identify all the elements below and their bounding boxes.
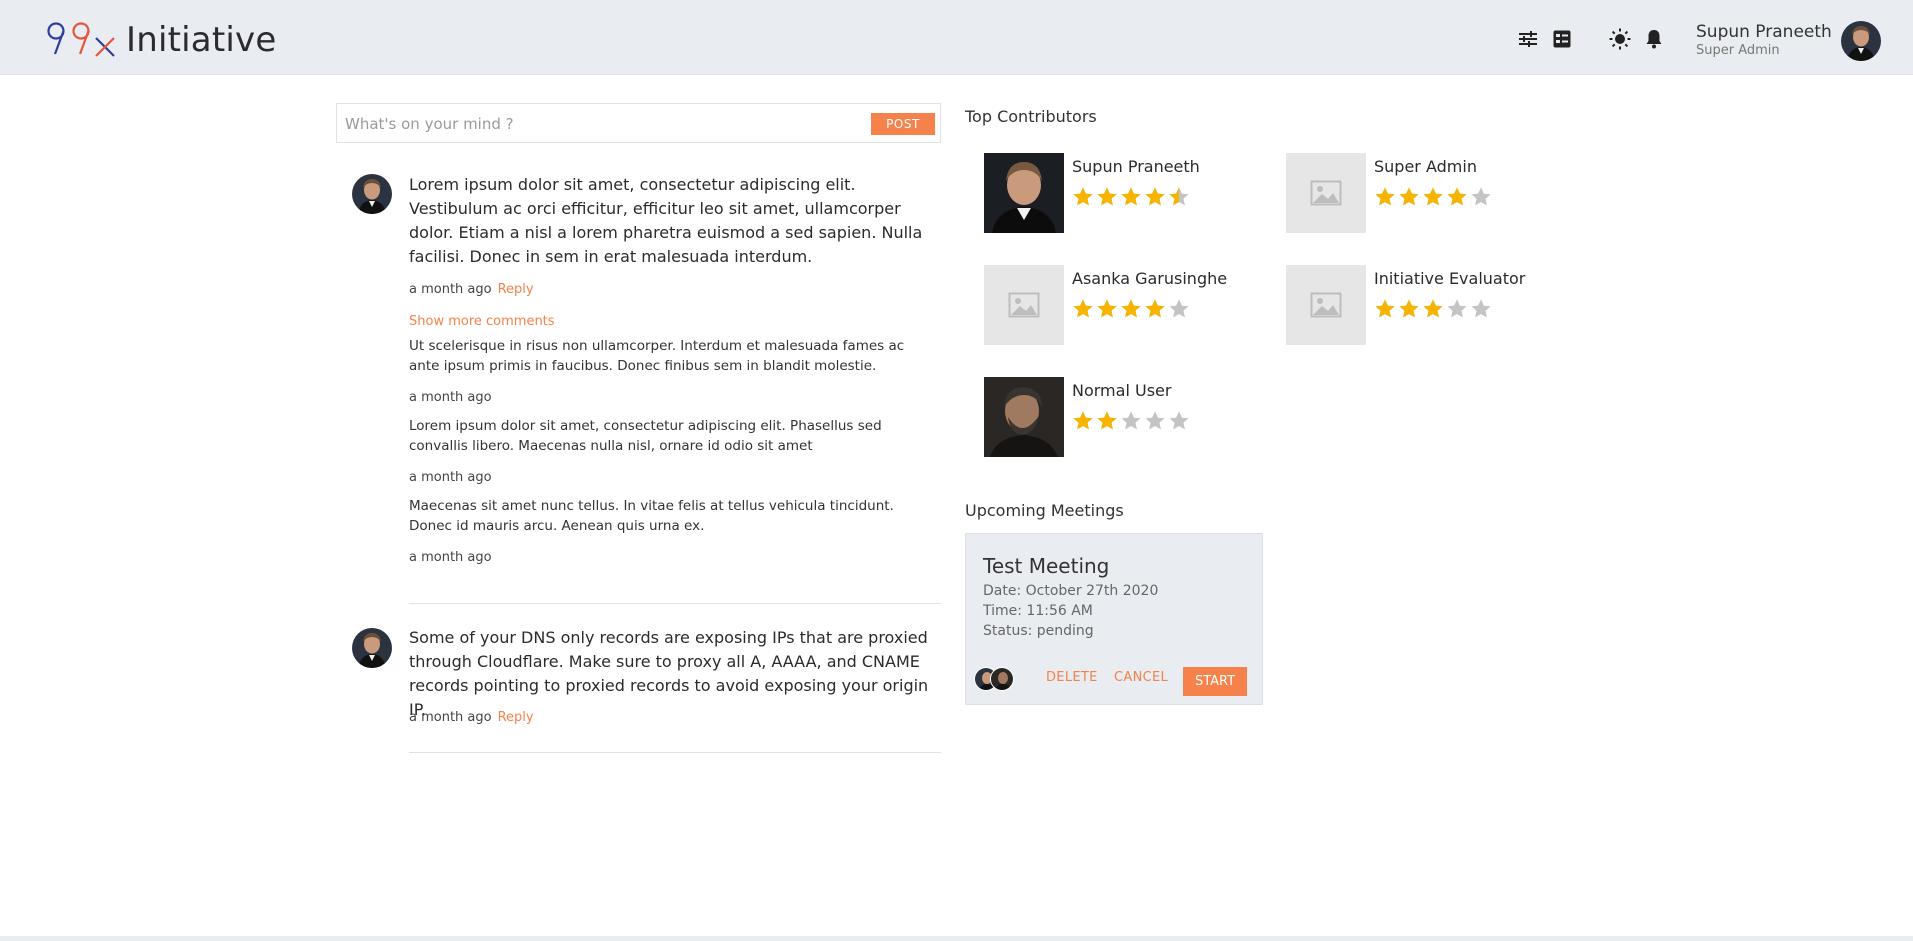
logo-mark-icon xyxy=(47,22,115,57)
star-filled-icon xyxy=(1375,299,1395,318)
meeting-date: Date: October 27th 2020 xyxy=(983,583,1159,599)
post-body: Some of your DNS only records are exposi… xyxy=(409,628,929,719)
reply-link[interactable]: Reply xyxy=(498,282,534,297)
star-filled-icon xyxy=(1423,299,1443,318)
post-meta: a month ago Reply xyxy=(409,282,534,297)
star-filled-icon xyxy=(1097,299,1117,318)
image-placeholder-icon xyxy=(1310,292,1342,318)
meeting-time: Time: 11:56 AM xyxy=(983,603,1093,619)
app-logo[interactable]: Initiative xyxy=(46,20,276,60)
star-empty-icon xyxy=(1471,299,1491,318)
post-body: Lorem ipsum dolor sit amet, consectetur … xyxy=(409,175,923,266)
top-contributors-title: Top Contributors xyxy=(965,107,1097,126)
comment-text: Ut scelerisque in risus non ullamcorper.… xyxy=(409,338,905,374)
post-button[interactable]: POST xyxy=(871,113,935,135)
contributor-rating xyxy=(1072,410,1190,432)
contributor-photo-placeholder[interactable] xyxy=(1286,265,1366,345)
user-avatar[interactable] xyxy=(1841,21,1881,61)
contributor-photo-placeholder[interactable] xyxy=(1286,153,1366,233)
contributor-rating xyxy=(1072,298,1190,320)
comment-text: Maecenas sit amet nunc tellus. In vitae … xyxy=(409,498,894,534)
cancel-meeting-button[interactable]: CANCEL xyxy=(1114,670,1168,685)
star-empty-icon xyxy=(1169,299,1189,318)
app-header: Initiative Supun Praneeth Super Admin xyxy=(0,0,1913,75)
contributor-rating xyxy=(1374,186,1492,208)
post-input[interactable] xyxy=(345,112,845,136)
post-author-avatar[interactable] xyxy=(352,628,392,668)
contributor-photo[interactable] xyxy=(984,153,1064,233)
post-author-avatar[interactable] xyxy=(352,174,392,214)
contributor-rating xyxy=(1072,186,1190,208)
contributor-name: Supun Praneeth xyxy=(1072,157,1200,176)
contributor-name: Asanka Garusinghe xyxy=(1072,269,1228,288)
star-empty-icon xyxy=(1121,411,1141,430)
star-filled-icon xyxy=(1375,187,1395,206)
comment-timestamp: a month ago xyxy=(409,550,492,565)
star-filled-icon xyxy=(1097,411,1117,430)
user-role: Super Admin xyxy=(1696,43,1780,58)
star-filled-icon xyxy=(1121,299,1141,318)
contributor-name: Super Admin xyxy=(1374,157,1477,176)
star-filled-icon xyxy=(1073,299,1093,318)
post-divider xyxy=(409,752,941,753)
sliders-icon[interactable] xyxy=(1517,28,1539,50)
star-filled-icon xyxy=(1145,299,1165,318)
app-title: Initiative xyxy=(126,20,277,60)
comment-text: Lorem ipsum dolor sit amet, consectetur … xyxy=(409,418,882,454)
contributor-photo[interactable] xyxy=(984,377,1064,457)
comment-timestamp: a month ago xyxy=(409,390,492,405)
delete-meeting-button[interactable]: DELETE xyxy=(1046,670,1098,685)
start-meeting-button[interactable]: START xyxy=(1183,667,1247,696)
star-filled-icon xyxy=(1073,187,1093,206)
show-more-comments-link[interactable]: Show more comments xyxy=(409,314,555,329)
user-menu[interactable]: Supun Praneeth Super Admin xyxy=(1696,22,1832,58)
star-filled-icon xyxy=(1399,299,1419,318)
contributor-photo-placeholder[interactable] xyxy=(984,265,1064,345)
upcoming-meetings-title: Upcoming Meetings xyxy=(965,501,1124,520)
star-filled-icon xyxy=(1399,187,1419,206)
contributor-rating xyxy=(1374,298,1492,320)
participant-avatar[interactable] xyxy=(990,667,1014,691)
star-filled-icon xyxy=(1423,187,1443,206)
star-filled-icon xyxy=(1447,187,1467,206)
star-empty-icon xyxy=(1447,299,1467,318)
star-filled-icon xyxy=(1145,187,1165,206)
star-half-icon xyxy=(1169,187,1189,206)
meeting-title: Test Meeting xyxy=(983,554,1110,578)
reply-link[interactable]: Reply xyxy=(498,710,534,725)
post-meta: a month ago Reply xyxy=(409,710,534,725)
meeting-card: Test Meeting Date: October 27th 2020 Tim… xyxy=(965,533,1263,705)
image-placeholder-icon xyxy=(1310,180,1342,206)
comment-timestamp: a month ago xyxy=(409,470,492,485)
star-filled-icon xyxy=(1073,411,1093,430)
post-timestamp: a month ago xyxy=(409,282,492,297)
contributor-name: Normal User xyxy=(1072,381,1172,400)
sun-icon[interactable] xyxy=(1609,28,1631,50)
post-composer: POST xyxy=(336,103,941,143)
bell-icon[interactable] xyxy=(1643,28,1665,50)
star-filled-icon xyxy=(1097,187,1117,206)
star-filled-icon xyxy=(1121,187,1141,206)
star-empty-icon xyxy=(1145,411,1165,430)
post-timestamp: a month ago xyxy=(409,710,492,725)
contributor-name: Initiative Evaluator xyxy=(1374,269,1526,288)
image-placeholder-icon xyxy=(1008,292,1040,318)
page-bottom-bar xyxy=(0,936,1913,941)
meeting-status: Status: pending xyxy=(983,623,1094,639)
list-view-icon[interactable] xyxy=(1551,28,1573,50)
user-name: Supun Praneeth xyxy=(1696,22,1832,42)
post-divider xyxy=(409,603,941,604)
star-empty-icon xyxy=(1169,411,1189,430)
star-empty-icon xyxy=(1471,187,1491,206)
